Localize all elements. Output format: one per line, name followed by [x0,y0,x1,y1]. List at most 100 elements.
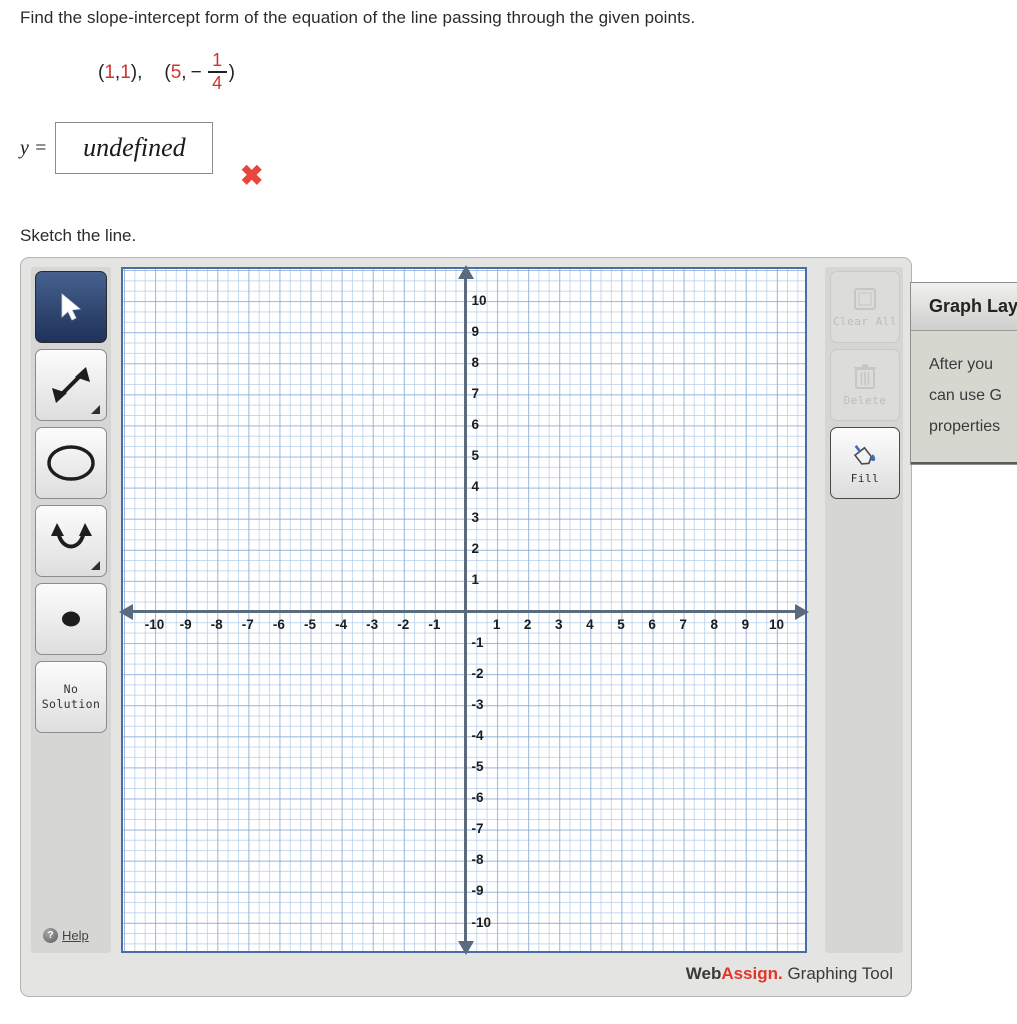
x-tick-label: -10 [144,616,165,632]
brand-tool: Graphing Tool [782,964,893,983]
x-tick-label: 5 [617,616,625,632]
x-tick-label: 2 [523,616,532,632]
parabola-icon [51,523,92,549]
cursor-arrow-icon [61,293,81,321]
clear-all-icon [854,288,876,310]
select-tool-button[interactable] [35,271,107,343]
point-2-comma: , [181,62,187,83]
y-tick-label: -2 [471,665,484,681]
y-tick-label: -5 [471,759,484,774]
help-link[interactable]: ? Help [43,928,89,943]
x-tick-label: -4 [335,616,348,632]
graph-layers-body-line-3: properties [929,418,1001,435]
y-tick-label: -4 [471,727,484,743]
clear-all-label: Clear All [832,315,898,328]
y-axis-down-arrow-icon [458,941,474,955]
point-2-x: 5 [170,62,182,83]
point-2-close: ) [228,62,235,83]
help-icon: ? [43,928,58,943]
y-axis-up-arrow-icon [458,265,474,279]
x-tick-label: 3 [555,616,563,632]
line-tool-button[interactable] [35,349,107,421]
y-tick-label: -8 [471,852,484,868]
x-tick-label: 7 [679,616,687,632]
y-tick-label: 7 [471,385,480,401]
parabola-tool-submenu-icon[interactable] [91,561,100,570]
help-label: Help [62,928,89,943]
y-tick-label: 2 [471,541,480,557]
x-tick-label: -7 [241,616,254,632]
fill-button[interactable]: Fill [830,427,900,499]
x-tick-label: 1 [492,616,501,632]
y-tick-label: 6 [471,416,480,432]
no-solution-label: No Solution [42,682,101,712]
y-tick-label: -6 [471,790,484,806]
y-tick-label: -3 [471,696,484,712]
point-tool-button[interactable] [35,583,107,655]
point-2-fraction: 14 [207,50,227,93]
x-tick-label: 9 [741,616,750,632]
circle-icon [47,445,95,481]
right-toolbar: Clear All Delete Fill [825,267,903,953]
no-solution-button[interactable]: No Solution [35,661,107,733]
no-solution-line-2: Solution [41,697,101,711]
page-title: Find the slope-intercept form of the equ… [20,8,696,27]
fraction-denominator: 4 [212,73,223,93]
y-tick-label: 9 [471,323,480,339]
y-tick-label: -7 [471,821,484,837]
parabola-tool-button[interactable] [35,505,107,577]
x-axis-left-arrow-icon [119,604,133,620]
answer-label: y = [20,136,48,159]
y-tick-label: 1 [471,572,480,588]
x-tick-label: -3 [366,616,379,632]
x-tick-label: -5 [303,616,317,632]
paint-bucket-icon [853,445,876,465]
y-tick-label: 5 [471,448,480,463]
point-1-y: 1 [120,62,131,83]
graph-layers-body: After you can use G properties [911,331,1017,464]
y-tick-label: 8 [471,354,480,370]
graph-layers-title: Graph Layers [911,283,1017,331]
graph-layers-body-line-1: After you [929,356,994,373]
line-tool-submenu-icon[interactable] [91,405,100,414]
answer-row: y = undefined [20,122,214,174]
x-tick-label: 10 [768,616,785,632]
brand-assign: Assign. [721,964,783,983]
graph-layers-body-line-2: can use G [929,387,1002,404]
x-tick-label: -9 [179,616,192,632]
y-tick-label: 10 [471,292,487,308]
no-solution-line-1: No [63,682,79,696]
point-2-minus: − [190,62,202,83]
circle-tool-button[interactable] [35,427,107,499]
webassign-branding: WebAssign. Graphing Tool [686,964,893,984]
point-1-close: ), [130,62,143,83]
point-1-x: 1 [104,62,115,83]
x-axis-right-arrow-icon [795,604,809,620]
x-tick-label: 8 [710,616,719,632]
filled-dot-icon [62,611,80,627]
trash-icon [854,364,876,389]
double-arrow-line-icon [52,367,90,403]
given-points: (1, 1), (5, −1 4) [98,50,235,94]
graph-canvas[interactable]: -10 -9 -8 -7 -6 -5 -4 -3 -2 -1 1 2 3 4 5 6 7 8 9 10 10 9 8 7 6 5 4… [119,265,809,955]
delete-label: Delete [843,394,887,407]
clear-all-button[interactable]: Clear All [830,271,900,343]
fill-label: Fill [850,472,880,485]
x-tick-label: 4 [586,616,594,632]
delete-button[interactable]: Delete [830,349,900,421]
x-tick-label: -2 [397,616,410,632]
answer-input[interactable]: undefined [55,122,214,174]
y-axis [464,273,467,947]
fraction-numerator: 1 [212,50,223,70]
y-tick-label: -9 [471,883,484,899]
x-tick-label: 6 [648,616,656,632]
y-tick-label: 4 [471,479,480,495]
x-tick-label: -1 [428,616,441,632]
sketch-instruction: Sketch the line. [20,226,137,245]
x-tick-label: -8 [210,616,223,632]
y-tick-label: -1 [471,634,484,650]
graphing-tool-panel: No Solution ? Help -10 -9 -8 -7 -6 -5 -4 -3 -2 -1… [20,257,912,997]
brand-web: Web [685,964,722,983]
y-tick-label: 3 [471,510,480,526]
y-tick-label: -10 [471,914,492,930]
